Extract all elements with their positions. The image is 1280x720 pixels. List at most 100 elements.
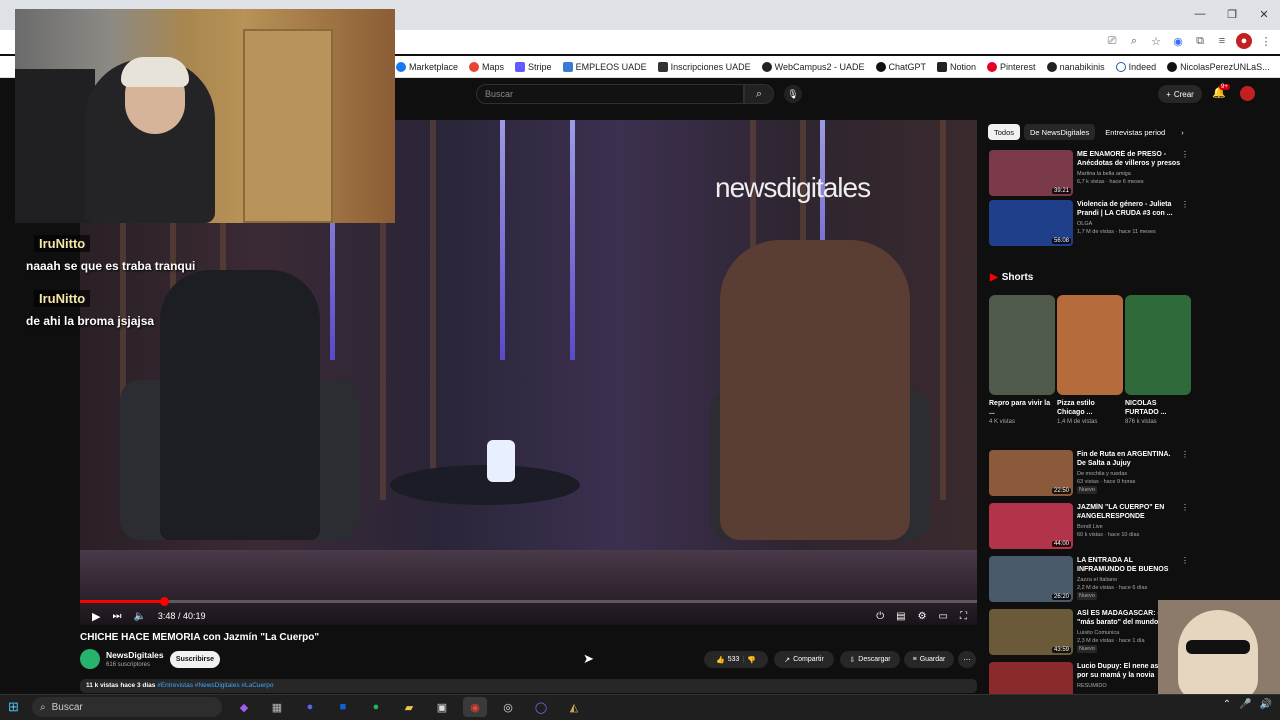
video-thumbnail[interactable]: 22:50	[989, 450, 1073, 496]
video-title[interactable]: LA ENTRADA AL INFRAMUNDO DE BUENOS AIRES…	[1077, 556, 1181, 574]
theater-icon[interactable]: ▭	[939, 611, 948, 622]
search-input[interactable]: Buscar	[476, 84, 744, 104]
video-title[interactable]: Fin de Ruta en ARGENTINA. De Salta a Juj…	[1077, 450, 1181, 468]
description-box[interactable]: 11 k vistas hace 3 días #Entrevistas #Ne…	[80, 679, 977, 693]
video-channel[interactable]: Martina la bella amiga	[1077, 170, 1131, 178]
media-icon[interactable]: ≡	[1214, 33, 1230, 49]
chrome-icon[interactable]: ◉	[463, 697, 487, 717]
short-thumbnail[interactable]	[989, 295, 1055, 395]
subtitles-icon[interactable]: ▤	[896, 611, 905, 622]
related-video[interactable]: 56:08 Violencia de género - Julieta Pran…	[989, 200, 1189, 246]
short-title[interactable]: Pizza estilo Chicago ...	[1057, 399, 1123, 417]
bookmark[interactable]: Notion	[937, 61, 976, 72]
league-icon[interactable]: ◭	[562, 697, 586, 717]
obs-icon[interactable]: ◎	[496, 697, 520, 717]
bookmark[interactable]: Indeed	[1115, 61, 1156, 72]
chip-channel[interactable]: De NewsDigitales	[1024, 124, 1096, 140]
short-item[interactable]: NICOLAS FURTADO ... 876 k vistas	[1125, 295, 1191, 425]
related-video[interactable]: 26:20 LA ENTRADA AL INFRAMUNDO DE BUENOS…	[989, 556, 1189, 602]
video-thumbnail[interactable]: 44:00	[989, 503, 1073, 549]
related-video[interactable]: 22:50 Fin de Ruta en ARGENTINA. De Salta…	[989, 450, 1189, 496]
bookmark[interactable]: WebCampus2 - UADE	[761, 61, 865, 72]
bookmark[interactable]: Inscripciones UADE	[657, 61, 751, 72]
progress-bar[interactable]	[80, 600, 977, 603]
bookmark[interactable]: ChatGPT	[875, 61, 926, 72]
video-title[interactable]: Violencia de género - Julieta Prandi | L…	[1077, 200, 1181, 218]
copilot-icon[interactable]: ◆	[232, 697, 256, 717]
video-thumbnail[interactable]: 39:21	[989, 150, 1073, 196]
speaker-icon[interactable]: 🔊	[1260, 699, 1272, 710]
chevron-up-icon[interactable]: ⌃	[1223, 699, 1231, 710]
app-icon[interactable]: ◯	[529, 697, 553, 717]
more-vert-icon[interactable]: ⋮	[1181, 200, 1189, 209]
video-title[interactable]: JAZMÍN "LA CUERPO" EN #ANGELRESPONDE	[1077, 503, 1181, 521]
bookmark[interactable]: Maps	[469, 61, 504, 72]
subscribe-button[interactable]: Suscribirse	[170, 651, 220, 668]
volume-icon[interactable]: 🔈	[133, 611, 145, 622]
more-vert-icon[interactable]: ⋮	[1181, 450, 1189, 459]
extension-icon[interactable]: ◉	[1170, 33, 1186, 49]
channel-name[interactable]: NewsDigitales	[106, 650, 164, 660]
more-vert-icon[interactable]: ⋮	[1181, 503, 1189, 512]
search-button[interactable]: ⌕	[744, 84, 774, 104]
maximize-icon[interactable]: ❐	[1216, 0, 1248, 28]
save-button[interactable]: ≡ Guardar	[904, 651, 954, 668]
video-thumbnail[interactable]: 43:59	[989, 609, 1073, 655]
video-channel[interactable]: Luisito Comunica	[1077, 629, 1119, 637]
short-thumbnail[interactable]	[1125, 295, 1191, 395]
autoplay-toggle-icon[interactable]: ⏻	[876, 611, 884, 622]
bookmark[interactable]: NicolasPerezUNLaS...	[1167, 61, 1270, 72]
folder-icon[interactable]: ▰	[397, 697, 421, 717]
channel-avatar[interactable]	[80, 649, 100, 669]
bookmark[interactable]: Pinterest	[987, 61, 1036, 72]
chip-todos[interactable]: Todos	[988, 124, 1021, 140]
chip-related[interactable]: Entrevistas period	[1099, 124, 1171, 140]
video-channel[interactable]: Zazza el Italiano	[1077, 576, 1117, 584]
share-button[interactable]: ↗ Compartir	[774, 651, 834, 668]
short-title[interactable]: NICOLAS FURTADO ...	[1125, 399, 1191, 417]
fullscreen-icon[interactable]: ⛶	[960, 611, 967, 622]
more-vert-icon[interactable]: ⋮	[1181, 150, 1189, 159]
file-explorer-icon[interactable]: ▦	[265, 697, 289, 717]
short-title[interactable]: Repro para vivir la ...	[989, 399, 1055, 417]
minimize-icon[interactable]: —	[1184, 0, 1216, 28]
video-channel[interactable]: RESUMIDO	[1077, 682, 1107, 690]
windows-start-icon[interactable]: ⊞	[8, 699, 24, 715]
related-video[interactable]: 44:00 JAZMÍN "LA CUERPO" EN #ANGELRESPON…	[989, 503, 1189, 549]
video-channel[interactable]: OLGA	[1077, 220, 1092, 228]
spotify-icon[interactable]: ●	[364, 697, 388, 717]
menu-icon[interactable]: ⋮	[1258, 33, 1274, 49]
close-icon[interactable]: ✕	[1248, 0, 1280, 28]
thumbs-down-icon[interactable]: 👎	[747, 656, 756, 664]
related-video[interactable]: 39:21 ME ENAMORÉ de PRESO - Anécdotas de…	[989, 150, 1189, 196]
video-channel[interactable]: Bondi Live	[1077, 523, 1103, 531]
puzzle-icon[interactable]: ⧉	[1192, 33, 1208, 49]
video-thumbnail[interactable]	[989, 662, 1073, 694]
store-icon[interactable]: ▣	[430, 697, 454, 717]
video-thumbnail[interactable]: 26:20	[989, 556, 1073, 602]
more-vert-icon[interactable]: ⋮	[1181, 556, 1189, 565]
create-button[interactable]: + Crear	[1158, 85, 1202, 103]
bookmark[interactable]: Stripe	[515, 61, 552, 72]
like-dislike-button[interactable]: 👍 533 | 👎	[704, 651, 768, 668]
outlook-icon[interactable]: ■	[331, 697, 355, 717]
mic-button[interactable]: 🎙	[784, 85, 802, 103]
bookmark[interactable]: nanabikinis	[1046, 61, 1105, 72]
download-button[interactable]: ⇩ Descargar	[840, 651, 900, 668]
zoom-icon[interactable]: ⌕	[1126, 33, 1142, 49]
bookmark[interactable]: Marketplace	[396, 61, 458, 72]
avatar[interactable]	[1240, 86, 1255, 101]
settings-icon[interactable]: ⚙	[918, 611, 927, 622]
short-thumbnail[interactable]	[1057, 295, 1123, 395]
hashtags[interactable]: #Entrevistas #NewsDigitales #LaCuerpo	[157, 682, 273, 689]
video-thumbnail[interactable]: 56:08	[989, 200, 1073, 246]
cast-icon[interactable]: ⎚	[1104, 33, 1120, 49]
video-channel[interactable]: De mochila y ruedas	[1077, 470, 1127, 478]
chevron-right-icon[interactable]: ›	[1175, 124, 1190, 140]
play-icon[interactable]: ▶	[92, 610, 100, 623]
discord-icon[interactable]: ●	[298, 697, 322, 717]
short-item[interactable]: Pizza estilo Chicago ... 1,4 M de vistas	[1057, 295, 1123, 425]
next-icon[interactable]: ⏭	[112, 611, 121, 622]
bookmark[interactable]: EMPLEOS UADE	[562, 61, 647, 72]
short-item[interactable]: Repro para vivir la ... 4 K vistas	[989, 295, 1055, 425]
